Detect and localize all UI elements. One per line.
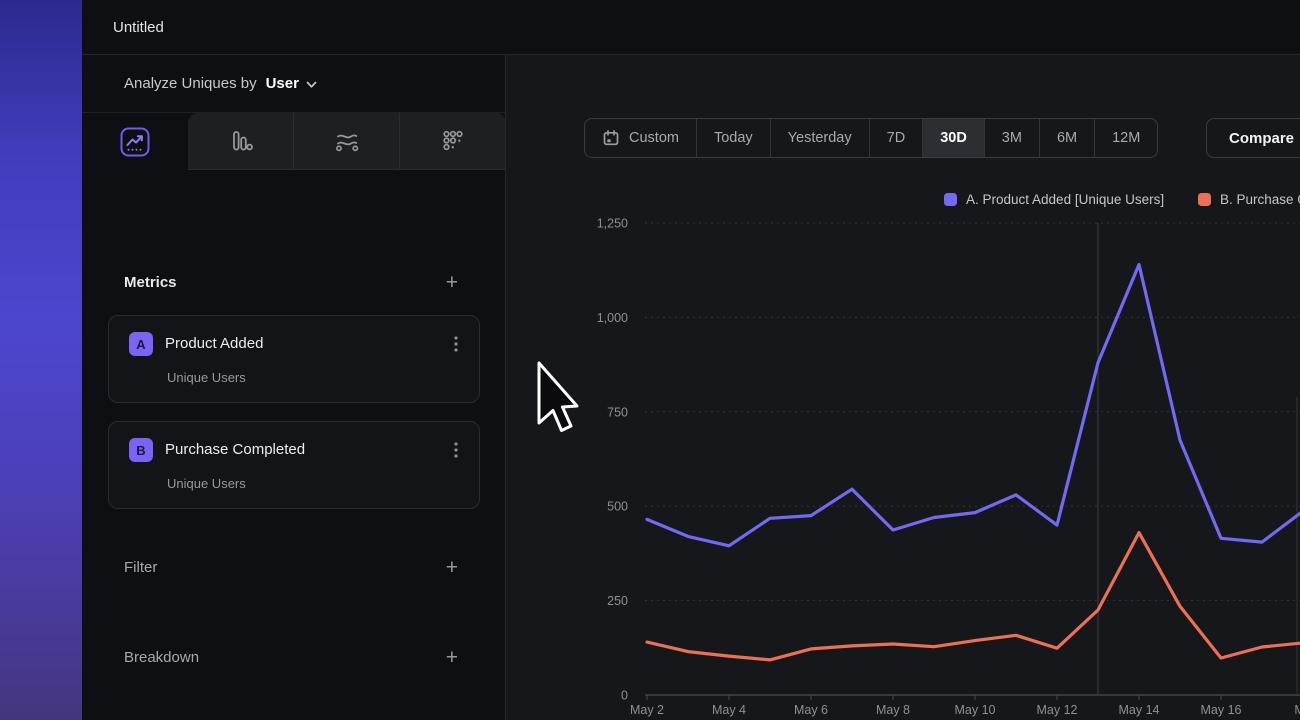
x-tick-label: May 4	[712, 703, 746, 717]
series-line[interactable]	[647, 533, 1300, 660]
x-tick-label: May 16	[1201, 703, 1242, 717]
x-tick-label: Ma	[1294, 703, 1300, 717]
y-tick-label: 0	[621, 689, 628, 703]
y-tick-label: 500	[607, 500, 628, 514]
x-tick-label: May 14	[1119, 703, 1160, 717]
y-tick-label: 250	[607, 594, 628, 608]
x-tick-label: May 12	[1037, 703, 1078, 717]
y-tick-label: 750	[607, 405, 628, 419]
x-tick-label: May 10	[955, 703, 996, 717]
x-tick-label: May 2	[630, 703, 664, 717]
x-tick-label: May 6	[794, 703, 828, 717]
insights-line-chart[interactable]: 0 250 500 750 1,000 1,250 May 2 May 4 May 6 May 8…	[0, 0, 1300, 720]
x-tick-label: May 8	[876, 703, 910, 717]
y-tick-label: 1,250	[597, 217, 628, 231]
series-line[interactable]	[647, 265, 1300, 546]
y-tick-label: 1,000	[597, 311, 628, 325]
app-window: Untitled Analyze Uniques by User	[0, 0, 1300, 720]
